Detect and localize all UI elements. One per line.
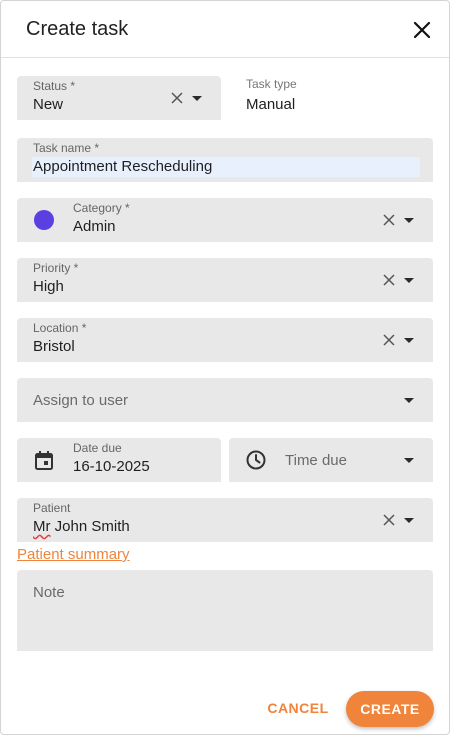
note-textarea[interactable]: Note bbox=[17, 570, 433, 651]
time-due-field[interactable]: Time due bbox=[229, 438, 433, 482]
close-icon[interactable] bbox=[409, 17, 435, 43]
status-dropdown-icon[interactable] bbox=[192, 96, 202, 101]
clear-status-icon[interactable] bbox=[170, 91, 184, 105]
status-select[interactable]: Status * New bbox=[17, 76, 221, 120]
patient-value: Mr John Smith bbox=[33, 518, 130, 535]
cancel-button[interactable]: CANCEL bbox=[263, 691, 333, 725]
note-placeholder: Note bbox=[33, 584, 65, 601]
clear-location-icon[interactable] bbox=[382, 333, 396, 347]
status-label: Status * bbox=[33, 79, 76, 93]
category-dropdown-icon[interactable] bbox=[404, 218, 414, 223]
patient-title: Mr bbox=[33, 518, 51, 535]
patient-select[interactable]: Patient Mr John Smith bbox=[17, 498, 433, 542]
patient-label: Patient bbox=[33, 501, 71, 515]
dialog-title: Create task bbox=[26, 18, 129, 40]
category-label: Category * bbox=[73, 201, 130, 215]
patient-name: John Smith bbox=[54, 518, 130, 535]
date-due-label: Date due bbox=[73, 441, 122, 455]
task-name-input[interactable]: Appointment Rescheduling bbox=[33, 158, 212, 175]
assign-user-dropdown-icon[interactable] bbox=[404, 398, 414, 403]
task-name-field[interactable]: Task name * Appointment Rescheduling bbox=[17, 138, 433, 182]
location-value: Bristol bbox=[33, 338, 75, 355]
status-value: New bbox=[33, 96, 64, 113]
category-color-dot bbox=[34, 210, 54, 230]
time-due-dropdown-icon[interactable] bbox=[404, 458, 414, 463]
task-name-label: Task name * bbox=[33, 141, 100, 155]
priority-value: High bbox=[33, 278, 64, 295]
priority-label: Priority * bbox=[33, 261, 79, 275]
patient-summary-link[interactable]: Patient summary bbox=[17, 546, 130, 563]
date-due-field[interactable]: Date due 16-10-2025 bbox=[17, 438, 221, 482]
create-button[interactable]: CREATE bbox=[346, 691, 434, 727]
location-select[interactable]: Location * Bristol bbox=[17, 318, 433, 362]
priority-dropdown-icon[interactable] bbox=[404, 278, 414, 283]
clock-icon[interactable] bbox=[245, 449, 267, 476]
calendar-icon[interactable] bbox=[33, 449, 55, 476]
task-type-label: Task type bbox=[246, 77, 297, 91]
clear-patient-icon[interactable] bbox=[382, 513, 396, 527]
clear-priority-icon[interactable] bbox=[382, 273, 396, 287]
location-dropdown-icon[interactable] bbox=[404, 338, 414, 343]
task-type-value: Manual bbox=[246, 96, 296, 113]
category-value: Admin bbox=[73, 218, 116, 235]
date-due-value: 16-10-2025 bbox=[73, 458, 150, 475]
create-task-dialog: Create task Status * New Task type Manua… bbox=[0, 0, 450, 735]
time-due-placeholder: Time due bbox=[285, 452, 347, 469]
priority-select[interactable]: Priority * High bbox=[17, 258, 433, 302]
category-select[interactable]: Category * Admin bbox=[17, 198, 433, 242]
assign-user-placeholder: Assign to user bbox=[33, 392, 129, 409]
header-divider bbox=[1, 57, 449, 58]
clear-category-icon[interactable] bbox=[382, 213, 396, 227]
assign-user-select[interactable]: Assign to user bbox=[17, 378, 433, 422]
location-label: Location * bbox=[33, 321, 87, 335]
patient-dropdown-icon[interactable] bbox=[404, 518, 414, 523]
